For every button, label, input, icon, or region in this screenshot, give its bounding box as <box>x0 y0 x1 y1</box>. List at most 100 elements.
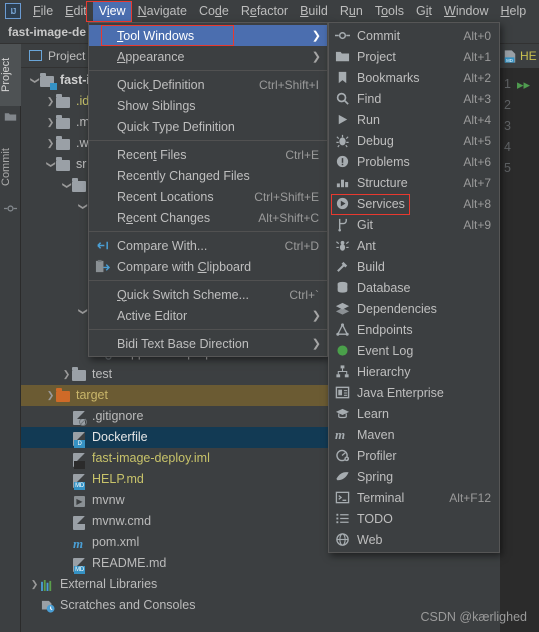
menu-item-debug[interactable]: Debug Alt+5 <box>329 130 499 151</box>
menu-item-build[interactable]: Build <box>329 256 499 277</box>
menubar-item-code[interactable]: Code <box>193 1 235 21</box>
menu-item-endpoints[interactable]: Endpoints <box>329 319 499 340</box>
chevron-right-icon: ❯ <box>311 30 321 42</box>
menu-item-todo[interactable]: TODO <box>329 508 499 529</box>
menu-item-show-siblings[interactable]: Show Siblings <box>89 95 327 116</box>
menu-item-recent-changes[interactable]: Recent Changes Alt+Shift+C <box>89 207 327 228</box>
menubar-item-tools[interactable]: Tools <box>369 1 410 21</box>
view-dropdown-menu[interactable]: Tool Windows ❯ Appearance ❯ Quick Definition… <box>88 22 328 357</box>
menu-item-recent-files[interactable]: Recent Files Ctrl+E <box>89 144 327 165</box>
menu-separator <box>89 231 327 232</box>
menu-item-quick-type-definition[interactable]: Quick Type Definition <box>89 116 327 137</box>
menu-item-shortcut: Alt+4 <box>463 112 491 127</box>
folder-icon <box>335 49 350 64</box>
folder-icon <box>4 110 17 123</box>
menubar-item-help[interactable]: Help <box>495 1 533 21</box>
chevron-down-icon[interactable]: ❮ <box>61 180 72 191</box>
menu-item-quick-definition[interactable]: Quick Definition Ctrl+Shift+I <box>89 74 327 95</box>
chevron-right-icon[interactable]: ❯ <box>61 369 72 380</box>
tree-row-label: fast-image-deploy.iml <box>92 451 210 465</box>
menu-item-hierarchy[interactable]: Hierarchy <box>329 361 499 382</box>
tree-row[interactable]: ❯ External Libraries <box>21 574 500 595</box>
chevron-right-icon[interactable]: ❯ <box>45 117 56 128</box>
menu-item-recently-changed-files[interactable]: Recently Changed Files <box>89 165 327 186</box>
tool-windows-submenu[interactable]: Commit Alt+0 Project Alt+1 Bookmarks Alt+2 Fin… <box>328 22 500 553</box>
menubar-item-window[interactable]: Window <box>438 1 494 21</box>
menubar-item-navigate[interactable]: Navigate <box>132 1 193 21</box>
run-gutter-icon[interactable]: ▸▸ <box>517 78 530 91</box>
menu-item-web[interactable]: Web <box>329 529 499 550</box>
sidebar-item-commit[interactable]: Commit <box>0 136 21 198</box>
gutter-line-number: 4 <box>504 140 511 154</box>
menu-item-project[interactable]: Project Alt+1 <box>329 46 499 67</box>
menu-item-shortcut: Ctrl+Shift+E <box>254 189 319 204</box>
chevron-down-icon[interactable]: ❮ <box>29 75 40 86</box>
menu-item-active-editor[interactable]: Active Editor ❯ <box>89 305 327 326</box>
tree-row-label: sr <box>76 157 87 171</box>
menu-item-shortcut: Alt+1 <box>463 49 491 64</box>
menu-item-label: Active Editor <box>117 308 188 323</box>
folder-icon <box>72 367 88 383</box>
menu-item-label: Endpoints <box>357 322 413 337</box>
menu-item-services[interactable]: Services Alt+8 <box>329 193 499 214</box>
external-libraries-icon <box>40 577 56 593</box>
chevron-down-icon[interactable]: ❮ <box>45 159 56 170</box>
menu-item-spring[interactable]: Spring <box>329 466 499 487</box>
gutter-line-number: 1 ▸▸ <box>504 77 531 92</box>
menubar-item-build[interactable]: Build <box>294 1 334 21</box>
no-toggle <box>61 495 72 506</box>
menu-item-maven[interactable]: m Maven <box>329 424 499 445</box>
menu-item-run[interactable]: Run Alt+4 <box>329 109 499 130</box>
menubar-item-view[interactable]: View <box>92 1 132 21</box>
gutter-line-number: 5 <box>504 161 511 175</box>
menu-item-label: Build <box>357 259 385 274</box>
menu-item-bidi-text-base-direction[interactable]: Bidi Text Base Direction ❯ <box>89 333 327 354</box>
chevron-right-icon[interactable]: ❯ <box>29 579 40 590</box>
menu-item-label: Appearance <box>117 49 185 64</box>
menu-item-appearance[interactable]: Appearance ❯ <box>89 46 327 67</box>
module-folder-icon <box>40 73 57 90</box>
chevron-right-icon[interactable]: ❯ <box>45 390 56 401</box>
tree-row[interactable]: MD README.md <box>21 553 500 574</box>
tree-row-label: README.md <box>92 556 167 570</box>
menu-item-structure[interactable]: Structure Alt+7 <box>329 172 499 193</box>
menu-item-java-enterprise[interactable]: Java Enterprise <box>329 382 499 403</box>
menu-separator <box>89 329 327 330</box>
no-toggle <box>61 453 72 464</box>
menu-item-ant[interactable]: Ant <box>329 235 499 256</box>
chevron-down-icon[interactable]: ❮ <box>77 201 88 212</box>
menubar-item-run[interactable]: Run <box>334 1 369 21</box>
menubar-item-git[interactable]: Git <box>410 1 438 21</box>
menu-item-find[interactable]: Find Alt+3 <box>329 88 499 109</box>
editor-tab-label[interactable]: HE <box>520 49 537 63</box>
no-toggle <box>61 516 72 527</box>
menu-item-database[interactable]: Database <box>329 277 499 298</box>
menubar-item-file[interactable]: File <box>27 1 59 21</box>
menu-item-quick-switch-scheme[interactable]: Quick Switch Scheme... Ctrl+` <box>89 284 327 305</box>
menu-item-dependencies[interactable]: Dependencies <box>329 298 499 319</box>
menu-item-event-log[interactable]: Event Log <box>329 340 499 361</box>
chevron-right-icon[interactable]: ❯ <box>45 138 56 149</box>
menu-item-tool-windows[interactable]: Tool Windows ❯ <box>89 25 327 46</box>
menu-item-problems[interactable]: Problems Alt+6 <box>329 151 499 172</box>
menu-item-recent-locations[interactable]: Recent Locations Ctrl+Shift+E <box>89 186 327 207</box>
menu-item-commit[interactable]: Commit Alt+0 <box>329 25 499 46</box>
menubar-item-edit[interactable]: Edit <box>59 1 93 21</box>
menu-item-profiler[interactable]: Profiler <box>329 445 499 466</box>
chevron-down-icon[interactable]: ❮ <box>77 306 88 317</box>
chevron-right-icon[interactable]: ❯ <box>45 96 56 107</box>
folder-icon <box>72 178 88 194</box>
bookmark-icon <box>335 70 350 85</box>
menu-item-compare-with-clipboard[interactable]: Compare with Clipboard <box>89 256 327 277</box>
menu-item-terminal[interactable]: Terminal Alt+F12 <box>329 487 499 508</box>
menubar-item-refactor[interactable]: Refactor <box>235 1 294 21</box>
menu-item-shortcut: Alt+3 <box>463 91 491 106</box>
structure-icon <box>335 175 350 190</box>
menu-item-shortcut: Alt+7 <box>463 175 491 190</box>
sidebar-item-project[interactable]: Project <box>0 44 21 106</box>
menu-item-learn[interactable]: Learn <box>329 403 499 424</box>
menu-item-git[interactable]: Git Alt+9 <box>329 214 499 235</box>
tree-row-label: test <box>92 367 113 381</box>
menu-item-bookmarks[interactable]: Bookmarks Alt+2 <box>329 67 499 88</box>
menu-item-compare-with[interactable]: Compare With... Ctrl+D <box>89 235 327 256</box>
